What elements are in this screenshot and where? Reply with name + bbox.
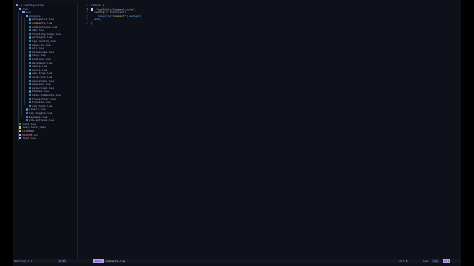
tree-file[interactable]: test.lua [19, 136, 36, 141]
file-icon [28, 32, 31, 35]
tree-item-label: test.lua [22, 136, 36, 141]
code-token: () [138, 13, 142, 18]
folder-icon [22, 11, 25, 14]
indent-guide [17, 11, 19, 141]
file-icon [28, 86, 31, 89]
file-icon [28, 101, 31, 104]
file-icon [25, 115, 28, 118]
code-token: "Comment" [111, 13, 127, 18]
file-icon [25, 112, 28, 115]
indent-guide [20, 14, 22, 116]
file-tree[interactable]: ~/.config/nvim/ lua lua plugins autopairs.l… [13, 3, 77, 259]
code-line[interactable]: } [91, 21, 93, 26]
file-icon [28, 22, 31, 25]
file-icon [28, 43, 31, 46]
folder-icon [25, 14, 28, 17]
file-icon [28, 90, 31, 93]
file-icon [28, 72, 31, 75]
file-icon [28, 94, 31, 97]
file-icon [28, 68, 31, 71]
code-token: , [99, 17, 102, 22]
file-icon [28, 83, 31, 86]
file-icon [28, 54, 31, 57]
file-icon [25, 108, 28, 111]
code-token: } [91, 21, 93, 25]
file-icon [28, 61, 31, 64]
file-icon [28, 58, 31, 61]
file-icon [28, 36, 31, 39]
file-icon [28, 76, 31, 79]
file-icon [28, 50, 31, 53]
file-icon [28, 65, 31, 68]
file-icon [28, 97, 31, 100]
code-token: , [134, 7, 137, 12]
file-icon [28, 29, 31, 32]
code-token: setup [129, 13, 139, 18]
file-icon [28, 25, 31, 28]
indent-guide [24, 18, 25, 105]
editor-pane[interactable]: 1 return {2 "numToStr/Comment.nvim", 3 con… [79, 3, 461, 259]
folder-icon [16, 4, 19, 7]
file-icon [28, 40, 31, 43]
file-icon [28, 18, 31, 21]
file-icon [28, 79, 31, 82]
line-number: 6 [86, 21, 88, 25]
split-divider [77, 3, 78, 259]
file-icon [28, 47, 31, 50]
nvim-window: ~/.config/nvim/ lua lua plugins autopairs.l… [13, 0, 461, 266]
